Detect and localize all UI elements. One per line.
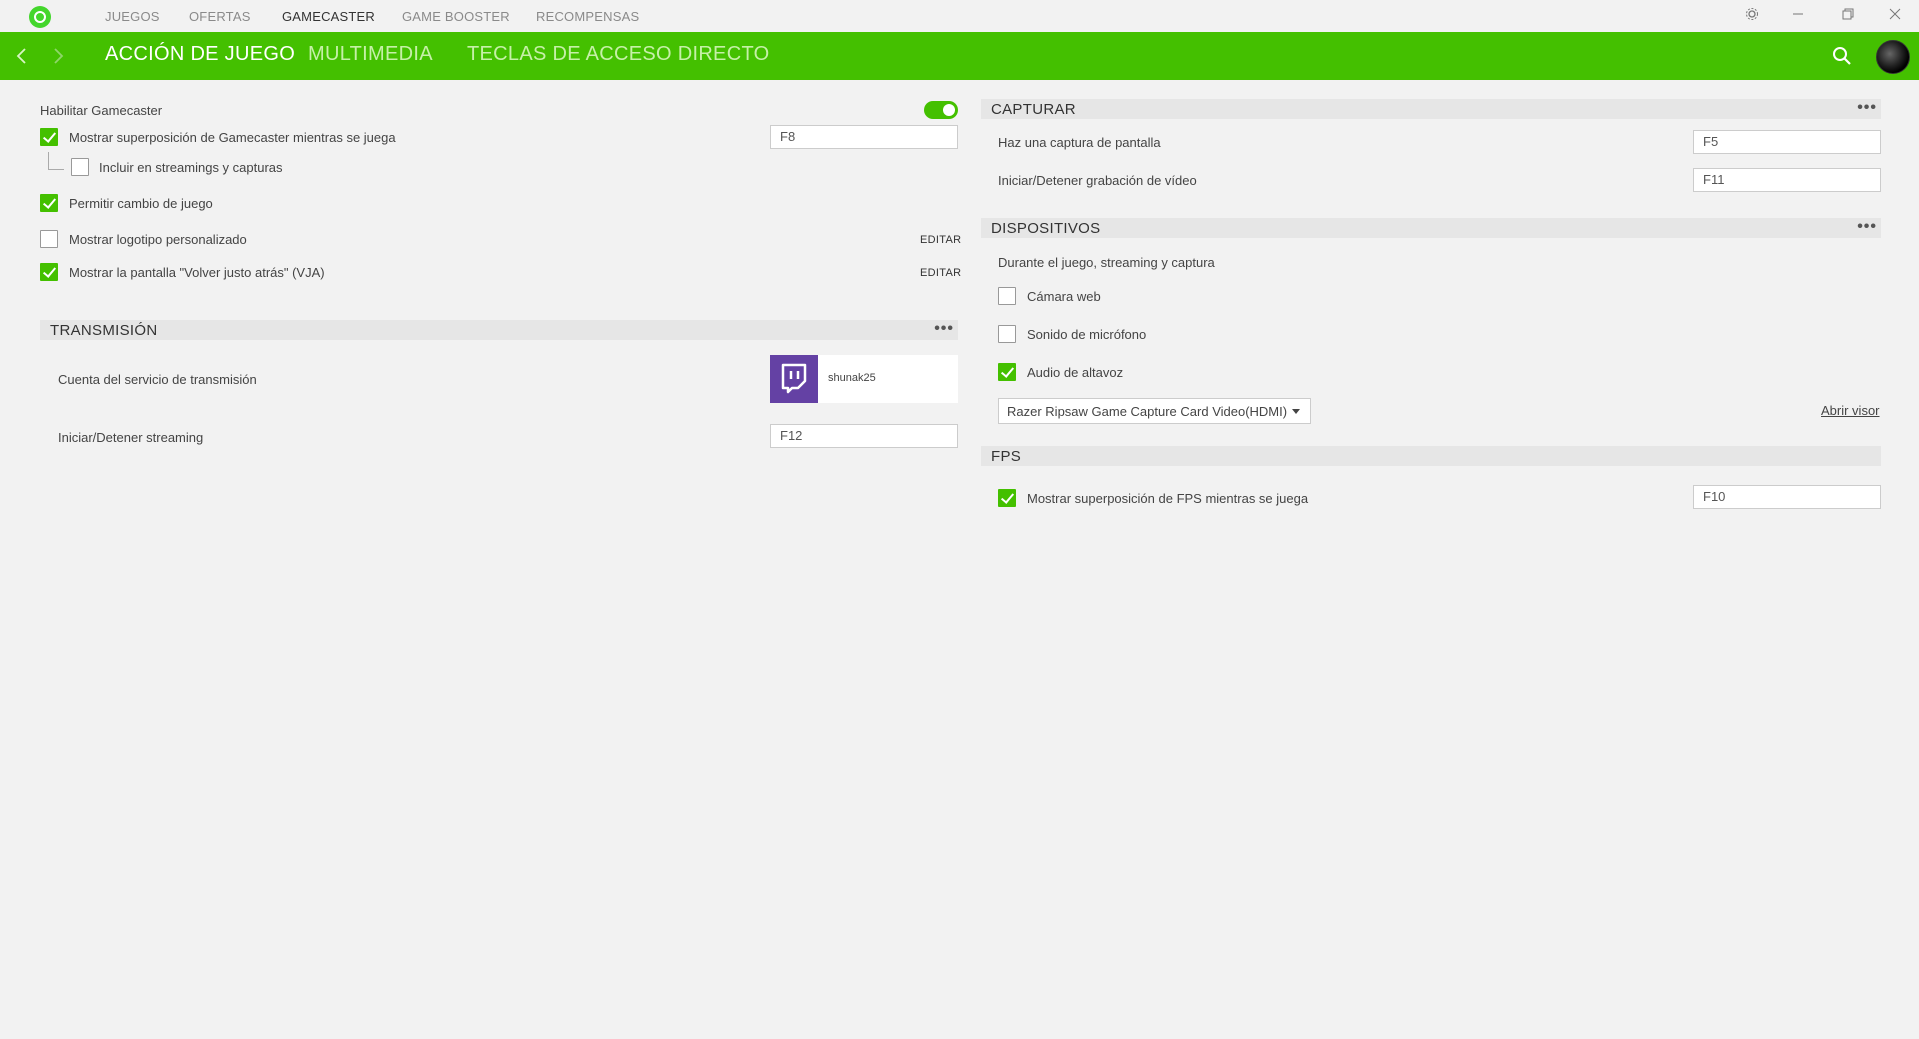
devices-more-icon[interactable]: ••• [1857, 218, 1877, 236]
title-bar: JUEGOS OFERTAS GAMECASTER GAME BOOSTER R… [0, 0, 1919, 32]
webcam-label: Cámara web [1027, 289, 1101, 304]
twitch-account-card[interactable]: shunak25 [770, 355, 958, 403]
include-streaming-checkbox[interactable] [71, 158, 89, 176]
fps-overlay-checkbox[interactable] [998, 489, 1016, 507]
topnav-item-recompensas[interactable]: RECOMPENSAS [536, 9, 639, 24]
tab-multimedia[interactable]: MULTIMEDIA [308, 43, 433, 66]
transmission-section-header: TRANSMISIÓN ••• [40, 320, 958, 340]
allow-game-switch-checkbox[interactable] [40, 194, 58, 212]
edit-vja-button[interactable]: EDITAR [920, 267, 961, 279]
streaming-hotkey-field[interactable]: F12 [770, 424, 958, 448]
overlay-hotkey-field[interactable]: F8 [770, 125, 958, 149]
custom-logo-label: Mostrar logotipo personalizado [69, 232, 247, 247]
speaker-audio-label: Audio de altavoz [1027, 365, 1124, 380]
start-stop-streaming-label: Iniciar/Detener streaming [58, 430, 204, 445]
screenshot-hotkey-field[interactable]: F5 [1693, 130, 1881, 154]
capture-source-dropdown[interactable]: Razer Ripsaw Game Capture Card Video(HDM… [998, 398, 1311, 424]
fps-title: FPS [991, 448, 1022, 465]
settings-gear-icon[interactable] [1742, 6, 1762, 26]
show-overlay-label: Mostrar superposición de Gamecaster mien… [69, 130, 396, 145]
record-video-label: Iniciar/Detener grabación de vídeo [998, 173, 1197, 188]
restore-icon[interactable] [1838, 6, 1858, 26]
chevron-down-icon [1292, 409, 1300, 414]
enable-gamecaster-toggle[interactable] [924, 101, 958, 119]
tree-connector [48, 152, 64, 170]
custom-logo-checkbox[interactable] [40, 230, 58, 248]
devices-section-header: DISPOSITIVOS ••• [981, 218, 1881, 238]
microphone-label: Sonido de micrófono [1027, 327, 1147, 342]
close-icon[interactable] [1885, 6, 1905, 26]
open-viewer-link[interactable]: Abrir visor [1821, 403, 1880, 418]
transmission-title: TRANSMISIÓN [50, 322, 158, 339]
vja-screen-label: Mostrar la pantalla "Volver justo atrás"… [69, 265, 325, 280]
microphone-checkbox[interactable] [998, 325, 1016, 343]
tab-teclas-de-acceso-directo[interactable]: TECLAS DE ACCESO DIRECTO [467, 43, 769, 66]
minimize-icon[interactable] [1788, 6, 1808, 26]
enable-gamecaster-label: Habilitar Gamecaster [40, 103, 163, 118]
speaker-audio-checkbox[interactable] [998, 363, 1016, 381]
edit-logo-button[interactable]: EDITAR [920, 234, 961, 246]
forward-arrow-icon[interactable] [46, 44, 70, 68]
user-avatar[interactable] [1876, 40, 1910, 74]
fps-section-header: FPS [981, 446, 1881, 466]
capture-more-icon[interactable]: ••• [1857, 99, 1877, 117]
topnav-item-ofertas[interactable]: OFERTAS [189, 9, 251, 24]
allow-game-switch-label: Permitir cambio de juego [69, 196, 213, 211]
vja-screen-checkbox[interactable] [40, 263, 58, 281]
topnav-item-juegos[interactable]: JUEGOS [105, 9, 160, 24]
section-header-bar: ACCIÓN DE JUEGO MULTIMEDIA TECLAS DE ACC… [0, 32, 1919, 80]
devices-title: DISPOSITIVOS [991, 220, 1101, 237]
capture-section-header: CAPTURAR ••• [981, 99, 1881, 119]
stream-account-label: Cuenta del servicio de transmisión [58, 372, 257, 387]
devices-subtitle: Durante el juego, streaming y captura [998, 255, 1215, 270]
webcam-checkbox[interactable] [998, 287, 1016, 305]
back-arrow-icon[interactable] [10, 44, 34, 68]
razer-logo-icon[interactable] [29, 6, 51, 28]
record-video-hotkey-field[interactable]: F11 [1693, 168, 1881, 192]
tab-accion-de-juego[interactable]: ACCIÓN DE JUEGO [105, 43, 295, 66]
transmission-more-icon[interactable]: ••• [934, 320, 954, 338]
include-streaming-label: Incluir en streamings y capturas [99, 160, 283, 175]
twitch-icon [770, 355, 818, 403]
twitch-username: shunak25 [828, 372, 876, 384]
topnav-item-gamecaster[interactable]: GAMECASTER [282, 9, 375, 24]
capture-title: CAPTURAR [991, 101, 1076, 118]
fps-hotkey-field[interactable]: F10 [1693, 485, 1881, 509]
screenshot-label: Haz una captura de pantalla [998, 135, 1161, 150]
fps-overlay-label: Mostrar superposición de FPS mientras se… [1027, 491, 1309, 506]
search-icon[interactable] [1830, 44, 1854, 68]
topnav-item-game-booster[interactable]: GAME BOOSTER [402, 9, 510, 24]
show-overlay-checkbox[interactable] [40, 128, 58, 146]
capture-source-value: Razer Ripsaw Game Capture Card Video(HDM… [1007, 404, 1288, 419]
